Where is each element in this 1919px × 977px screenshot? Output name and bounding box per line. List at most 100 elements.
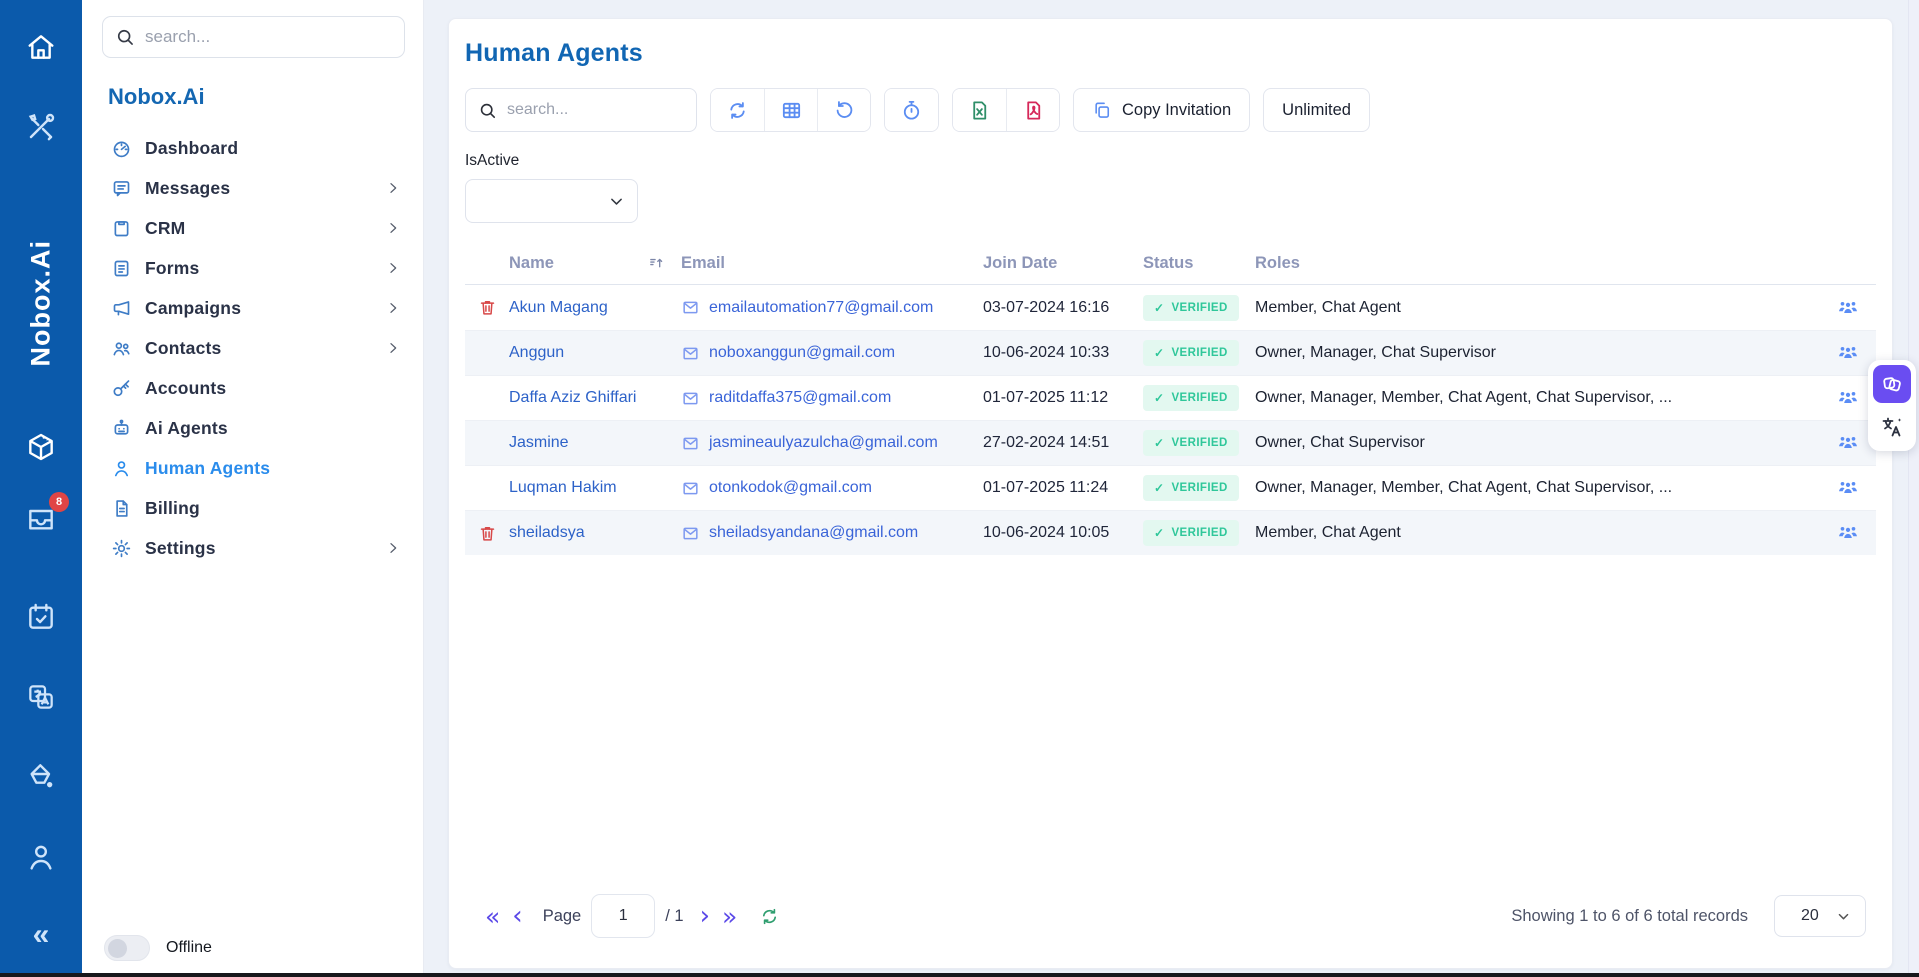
chevron-down-icon [1836,909,1851,924]
sidebar-item-label: Billing [145,498,200,519]
calendar-check-icon[interactable] [22,598,60,636]
sort-icon[interactable] [648,255,665,272]
agent-name-link[interactable]: sheiladsya [509,524,585,541]
manage-roles-button[interactable] [1835,520,1861,546]
reset-button[interactable] [817,89,870,131]
sidebar-item-crm[interactable]: CRM [102,208,405,248]
page-number-input[interactable] [591,894,655,938]
agent-name-link[interactable]: Jasmine [509,434,569,451]
paint-bucket-icon[interactable] [22,757,60,795]
inbox-icon[interactable]: 8 [22,500,60,538]
table-row: Akun Magangemailautomation77@gmail.com03… [465,285,1876,330]
sidebar-search[interactable] [102,16,405,58]
table-body: Akun Magangemailautomation77@gmail.com03… [465,285,1876,555]
agent-name-link[interactable]: Daffa Aziz Ghiffari [509,389,636,406]
billing-icon [110,497,132,519]
sidebar-item-contacts[interactable]: Contacts [102,328,405,368]
status-badge: ✓VERIFIED [1143,295,1239,321]
table-search[interactable] [465,88,697,132]
sidebar-item-campaigns[interactable]: Campaigns [102,288,405,328]
export-pdf-button[interactable] [1006,89,1059,131]
page-scrollbar[interactable] [1908,0,1919,977]
check-icon: ✓ [1154,391,1164,405]
manage-roles-button[interactable] [1835,340,1861,366]
page-label: Page [543,907,582,926]
unlimited-button[interactable]: Unlimited [1263,88,1370,132]
translate-page-button[interactable] [1873,408,1911,446]
pagination-refresh-button[interactable] [759,906,780,927]
sidebar-item-label: Ai Agents [145,418,228,439]
sidebar-item-dashboard[interactable]: Dashboard [102,128,405,168]
check-icon: ✓ [1154,436,1164,450]
sidebar-item-label: Forms [145,258,199,279]
agent-roles: Member, Chat Agent [1255,299,1820,317]
sidebar-item-human-agents[interactable]: Human Agents [102,448,405,488]
manage-roles-button[interactable] [1835,430,1861,456]
sidebar-item-label: CRM [145,218,185,239]
check-icon: ✓ [1154,301,1164,315]
copy-invitation-button[interactable]: Copy Invitation [1073,88,1250,132]
sidebar-item-messages[interactable]: Messages [102,168,405,208]
table-row: Daffa Aziz Ghiffari raditdaffa375@gmail.c… [465,375,1876,420]
manage-roles-button[interactable] [1835,295,1861,321]
delete-agent-button[interactable] [476,522,499,545]
home-icon[interactable] [22,28,60,66]
sidebar-item-settings[interactable]: Settings [102,528,405,568]
agent-name-link[interactable]: Anggun [509,344,564,361]
prev-page-button[interactable]: ‹ [506,903,528,929]
sidebar-item-accounts[interactable]: Accounts [102,368,405,408]
tools-icon[interactable] [22,108,60,146]
chevron-right-icon [385,260,401,276]
primary-rail: Nobox.Ai 8 « [0,0,82,977]
offline-row: Offline [104,935,212,961]
agent-email: raditdaffa375@gmail.com [709,389,891,407]
secondary-sidebar: Nobox.Ai Dashboard Messages CRM Forms Campai… [82,0,424,977]
last-page-button[interactable]: » [716,904,743,929]
export-excel-button[interactable] [953,89,1006,131]
sidebar-item-forms[interactable]: Forms [102,248,405,288]
inbox-badge: 8 [49,492,69,512]
workspace-brand: Nobox.Ai [108,84,405,110]
floating-side-tools [1868,360,1916,451]
isactive-select[interactable] [465,179,638,223]
status-badge: ✓VERIFIED [1143,520,1239,546]
agent-name-link[interactable]: Akun Magang [509,299,608,316]
translate-icon[interactable] [22,678,60,716]
sidebar-item-label: Human Agents [145,458,270,479]
columns-button[interactable] [764,89,817,131]
ai-agents-icon [110,417,132,439]
first-page-button[interactable]: « [479,904,506,929]
sidebar-item-billing[interactable]: Billing [102,488,405,528]
collapse-sidebar-icon[interactable]: « [22,916,60,954]
agent-email: otonkodok@gmail.com [709,479,872,497]
agent-email: emailautomation77@gmail.com [709,299,933,317]
column-header-name[interactable]: Name [509,254,681,273]
sidebar-search-input[interactable] [145,27,392,47]
table-header: Name Email Join Date Status Roles [465,243,1876,285]
app-window: Nobox.Ai 8 « Nobox.Ai Dashboard Messages C… [0,0,1919,977]
person-icon[interactable] [22,838,60,876]
delete-agent-button[interactable] [476,296,499,319]
column-header-email: Email [681,254,983,273]
next-page-button[interactable]: › [694,903,716,929]
join-date: 27-02-2024 14:51 [983,434,1143,452]
sidebar-item-ai-agents[interactable]: Ai Agents [102,408,405,448]
page-size-select[interactable]: 20 [1774,895,1866,937]
agent-name-link[interactable]: Luqman Hakim [509,479,617,496]
manage-roles-button[interactable] [1835,475,1861,501]
manage-roles-button[interactable] [1835,385,1861,411]
table-search-input[interactable] [507,101,684,119]
agent-roles: Member, Chat Agent [1255,524,1820,542]
package-icon[interactable] [22,428,60,466]
agent-roles: Owner, Manager, Member, Chat Agent, Chat… [1255,389,1820,407]
offline-toggle[interactable] [104,935,150,961]
refresh-button[interactable] [711,89,764,131]
mail-icon [681,344,700,363]
window-bottom-edge [0,973,1919,977]
dashboard-icon [110,137,132,159]
auto-refresh-button[interactable] [885,89,938,131]
check-icon: ✓ [1154,481,1164,495]
chevron-right-icon [385,340,401,356]
sidebar-item-label: Dashboard [145,138,238,159]
app-widget-button[interactable] [1873,365,1911,403]
